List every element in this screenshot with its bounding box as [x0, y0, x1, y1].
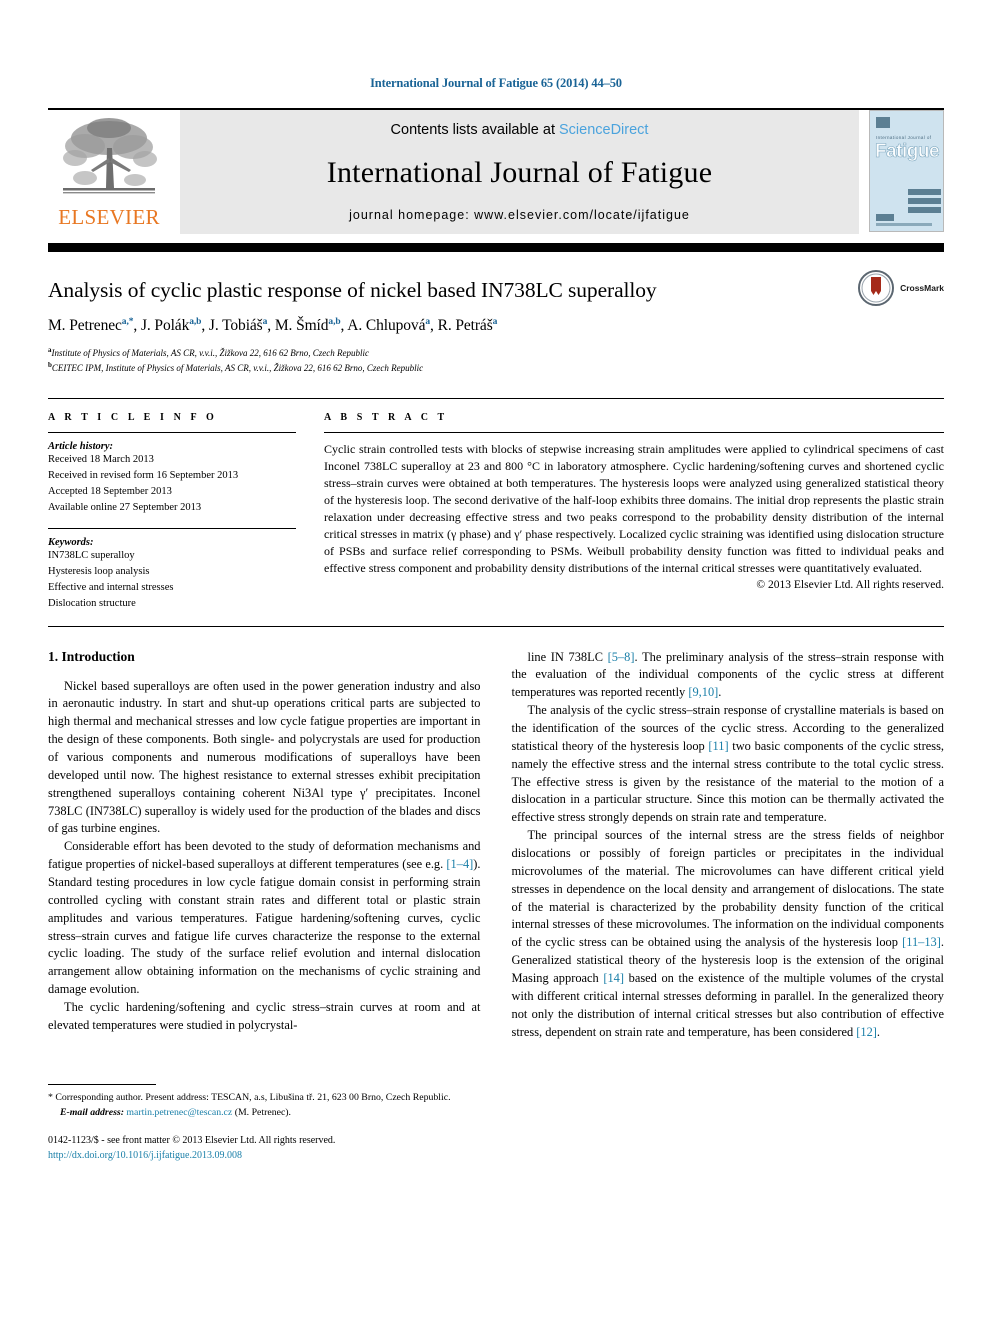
- crossmark-icon: [858, 270, 895, 306]
- keywords-label: Keywords:: [48, 536, 94, 548]
- author-affiliation-marker: a: [492, 316, 498, 327]
- article-history-item: Accepted 18 September 2013: [48, 485, 172, 497]
- body-columns: 1. Introduction Nickel based superalloys…: [48, 649, 944, 1163]
- cover-top-label: International Journal of: [876, 135, 932, 140]
- crossmark-badge[interactable]: CrossMark: [858, 270, 944, 306]
- footnote-area: * Corresponding author. Present address:…: [48, 1084, 481, 1162]
- author-name: A. Chlupová: [347, 316, 426, 334]
- journal-masthead: ELSEVIER Contents lists available at Sci…: [48, 108, 944, 234]
- elsevier-logo: ELSEVIER: [48, 110, 170, 234]
- body-paragraph: The principal sources of the internal st…: [511, 828, 945, 1039]
- elsevier-tree-icon: [63, 118, 157, 194]
- issn-line: 0142-1123/$ - see front matter © 2013 El…: [48, 1134, 336, 1146]
- keywords-lines: IN738LC superalloy Hysteresis loop analys…: [48, 548, 296, 612]
- article-title-block: CrossMark Analysis of cyclic plastic res…: [48, 270, 944, 376]
- footnote-rule: [48, 1084, 156, 1086]
- page-title: Analysis of cyclic plastic response of n…: [48, 278, 657, 302]
- article-info-heading: A R T I C L E I N F O: [48, 411, 218, 423]
- author-affiliation-marker: a,b: [328, 316, 341, 327]
- body-paragraph: line IN 738LC [5–8]. The preliminary ana…: [511, 649, 945, 700]
- citation-link[interactable]: [1–4]: [446, 857, 473, 871]
- info-abstract-section: A R T I C L E I N F O Article history: R…: [48, 397, 944, 612]
- affiliation-line: bCEITEC IPM, Institute of Physics of Mat…: [48, 361, 424, 374]
- body-paragraph: Nickel based superalloys are often used …: [48, 678, 481, 836]
- cover-publisher-mark: [876, 117, 890, 128]
- journal-header-box: Contents lists available at ScienceDirec…: [180, 110, 859, 234]
- paper-page: International Journal of Fatigue 65 (201…: [0, 0, 992, 1323]
- corresponding-author-note: * Corresponding author. Present address:…: [48, 1092, 451, 1104]
- citation-link[interactable]: [9,10]: [688, 685, 718, 699]
- citation-link[interactable]: [12]: [856, 1025, 877, 1039]
- contents-list-line: Contents lists available at ScienceDirec…: [391, 122, 649, 138]
- journal-homepage-link[interactable]: journal homepage: www.elsevier.com/locat…: [349, 208, 690, 222]
- masthead-black-rule: [48, 243, 944, 252]
- keyword-item: Hysteresis loop analysis: [48, 565, 150, 577]
- affiliation-marker: a: [48, 345, 52, 354]
- abstract-text: Cyclic strain controlled tests with bloc…: [324, 441, 944, 576]
- author-name: R. Petráš: [437, 316, 493, 334]
- author-affiliation-marker: a,b: [189, 316, 202, 327]
- article-info-column: A R T I C L E I N F O Article history: R…: [48, 412, 296, 612]
- affiliation-line: aInstitute of Physics of Materials, AS C…: [48, 345, 369, 358]
- keywords-rule: [48, 527, 296, 529]
- sciencedirect-link[interactable]: ScienceDirect: [559, 122, 648, 138]
- author-list: M. Petreneca,*, J. Poláka,b, J. Tobiáša,…: [48, 316, 498, 334]
- elsevier-wordmark: ELSEVIER: [58, 205, 160, 229]
- contents-prefix: Contents lists available at: [390, 122, 559, 138]
- email-label: E-mail address:: [60, 1106, 124, 1118]
- article-history-item: Received in revised form 16 September 20…: [48, 469, 239, 481]
- body-right-column: line IN 738LC [5–8]. The preliminary ana…: [512, 649, 945, 1163]
- abstract-copyright: © 2013 Elsevier Ltd. All rights reserved…: [756, 579, 944, 592]
- cover-title-word: Fatigue: [875, 141, 940, 162]
- abstract-heading: A B S T R A C T: [324, 411, 448, 423]
- crossmark-label: CrossMark: [900, 283, 944, 293]
- author-affiliation-marker: a: [425, 316, 431, 327]
- cover-topic-bars: [908, 189, 941, 216]
- keyword-item: Dislocation structure: [48, 597, 136, 609]
- email-suffix: (M. Petrenec).: [234, 1106, 292, 1118]
- abstract-column: A B S T R A C T Cyclic strain controlled…: [324, 412, 944, 612]
- email-note: E-mail address: martin.petrenec@tescan.c…: [48, 1106, 481, 1120]
- right-column-paragraphs: line IN 738LC [5–8]. The preliminary ana…: [512, 649, 945, 1042]
- doi-link[interactable]: http://dx.doi.org/10.1016/j.ijfatigue.20…: [48, 1148, 481, 1163]
- journal-cover-thumbnail: International Journal of Fatigue: [869, 110, 944, 232]
- abstract-rule: [324, 431, 944, 433]
- keyword-item: IN738LC superalloy: [48, 549, 135, 561]
- article-history-item: Received 18 March 2013: [48, 453, 154, 465]
- citation-link[interactable]: [11–13]: [902, 935, 941, 949]
- abstract-bottom-rule: [48, 625, 944, 627]
- article-history-label: Article history:: [48, 440, 114, 452]
- keyword-item: Effective and internal stresses: [48, 581, 174, 593]
- body-paragraph: The cyclic hardening/softening and cycli…: [48, 1000, 481, 1032]
- email-link[interactable]: martin.petrenec@tescan.cz: [126, 1107, 232, 1118]
- citation-link[interactable]: [11]: [708, 739, 728, 753]
- affiliation-marker: b: [48, 361, 52, 370]
- citation-link[interactable]: [5–8]: [608, 650, 635, 664]
- body-paragraph: The analysis of the cyclic stress–strain…: [511, 703, 945, 825]
- citation-link[interactable]: [14]: [603, 971, 624, 985]
- author-affiliation-marker: a: [262, 316, 268, 327]
- journal-title: International Journal of Fatigue: [326, 156, 713, 189]
- section-heading-introduction: 1. Introduction: [48, 648, 135, 664]
- issn-block: 0142-1123/$ - see front matter © 2013 El…: [48, 1133, 481, 1163]
- article-history-lines: Received 18 March 2013 Received in revise…: [48, 452, 296, 516]
- author-affiliation-marker: a,*: [121, 316, 134, 327]
- cover-footer-mark: [876, 214, 932, 226]
- author-name: J. Polák: [140, 316, 190, 334]
- body-paragraph: Considerable effort has been devoted to …: [48, 839, 481, 997]
- article-info-rule: [48, 431, 296, 433]
- affiliation-list: aInstitute of Physics of Materials, AS C…: [48, 345, 944, 376]
- body-left-column: 1. Introduction Nickel based superalloys…: [48, 649, 481, 1163]
- author-name: J. Tobiáš: [208, 316, 263, 334]
- left-column-paragraphs: Nickel based superalloys are often used …: [48, 678, 481, 1035]
- author-name: M. Petrenec: [48, 316, 122, 334]
- article-history-item: Available online 27 September 2013: [48, 501, 202, 513]
- author-name: M. Šmíd: [274, 316, 329, 334]
- running-head: International Journal of Fatigue 65 (201…: [370, 76, 622, 90]
